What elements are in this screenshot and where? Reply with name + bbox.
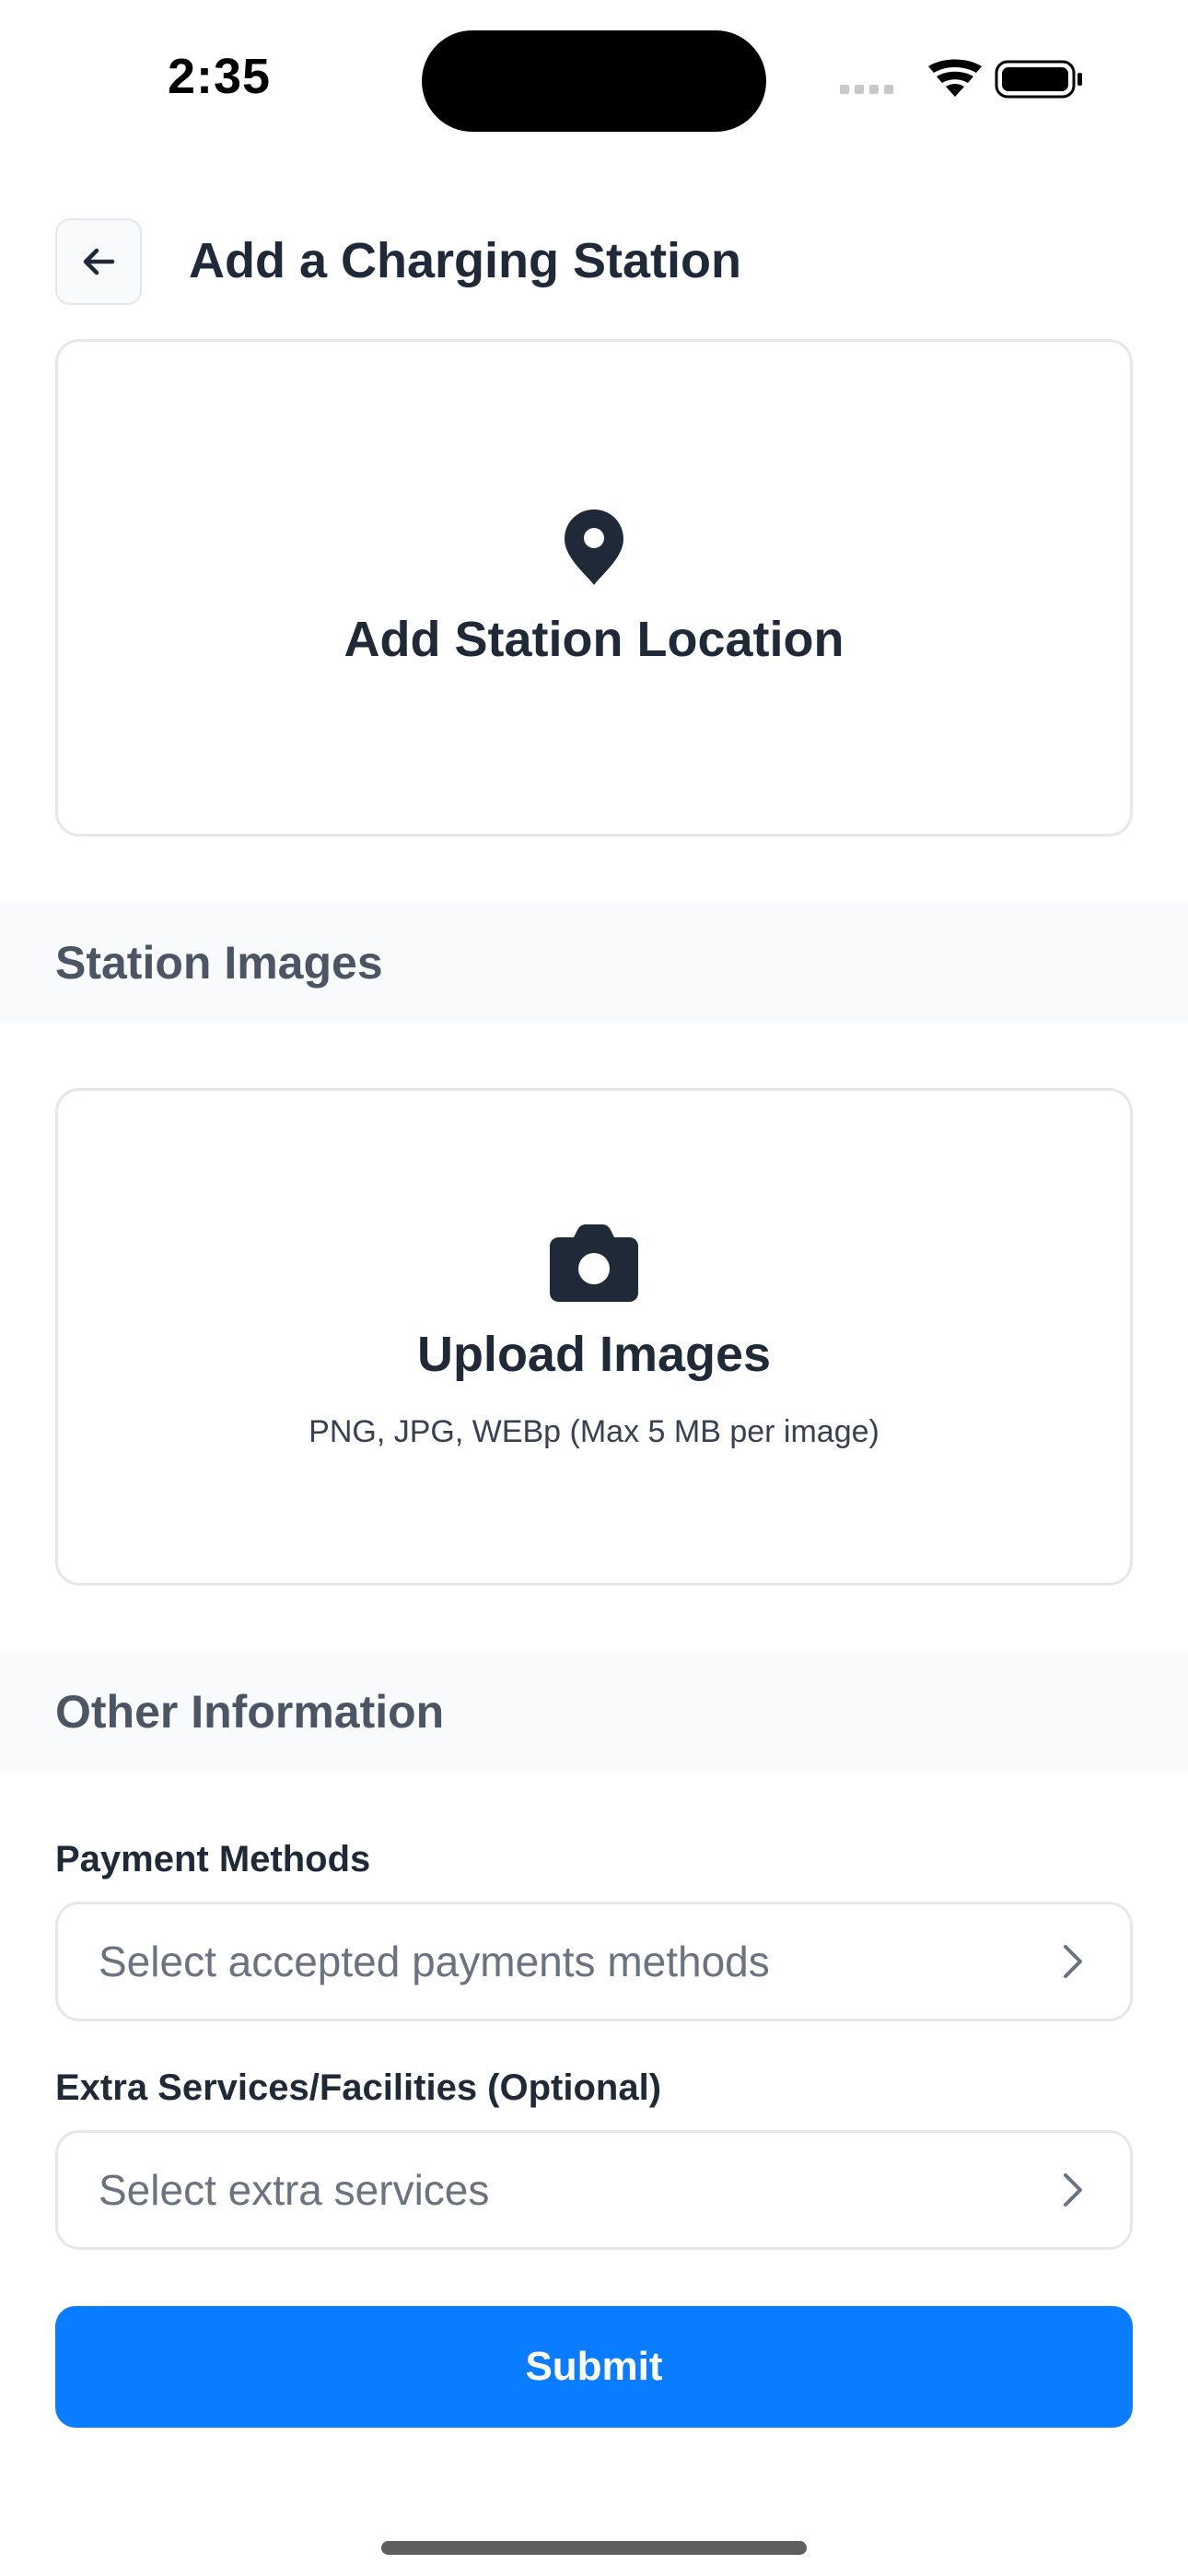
- home-indicator: [381, 2541, 807, 2555]
- submit-button[interactable]: Submit: [55, 2306, 1133, 2428]
- arrow-left-icon: [83, 248, 115, 275]
- add-station-location-card[interactable]: Add Station Location: [55, 339, 1133, 837]
- extra-services-placeholder: Select extra services: [99, 2166, 490, 2214]
- upload-card-title: Upload Images: [416, 1326, 772, 1382]
- payment-methods-label: Payment Methods: [55, 1839, 371, 1879]
- status-icons: [840, 59, 1082, 99]
- page-title: Add a Charging Station: [189, 233, 741, 288]
- cellular-signal-icon: [840, 85, 893, 94]
- location-card-title: Add Station Location: [344, 612, 844, 667]
- upload-images-card[interactable]: Upload Images PNG, JPG, WEBp (Max 5 MB p…: [55, 1088, 1133, 1586]
- extra-services-select[interactable]: Select extra services: [55, 2130, 1133, 2250]
- section-heading: Station Images: [55, 937, 383, 989]
- upload-card-subtitle: PNG, JPG, WEBp (Max 5 MB per image): [309, 1413, 879, 1449]
- section-heading: Other Information: [55, 1686, 445, 1738]
- other-information-section-header: Other Information: [0, 1652, 1188, 1772]
- wifi-icon: [928, 59, 982, 97]
- camera-icon: [550, 1224, 638, 1302]
- submit-button-label: Submit: [525, 2344, 663, 2389]
- battery-icon: [995, 60, 1082, 99]
- status-time: 2:35: [168, 49, 272, 104]
- extra-services-label: Extra Services/Facilities (Optional): [55, 2067, 662, 2108]
- map-pin-icon: [565, 509, 623, 585]
- status-bar: 2:35: [0, 0, 1188, 157]
- station-images-section-header: Station Images: [0, 903, 1188, 1023]
- payment-methods-placeholder: Select accepted payments methods: [99, 1938, 770, 1985]
- chevron-right-icon: [1064, 2173, 1082, 2207]
- dynamic-island: [422, 30, 766, 132]
- payment-methods-select[interactable]: Select accepted payments methods: [55, 1902, 1133, 2021]
- chevron-right-icon: [1064, 1945, 1082, 1978]
- back-button[interactable]: [55, 218, 142, 305]
